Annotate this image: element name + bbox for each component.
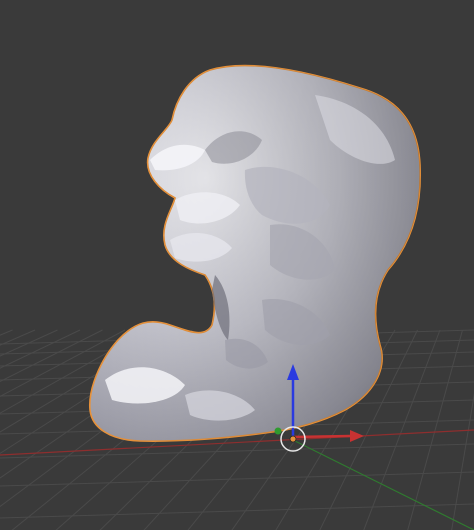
viewport-canvas[interactable] <box>0 0 474 530</box>
gizmo-y-dot-icon[interactable] <box>274 427 282 435</box>
object-origin-icon[interactable] <box>289 435 297 443</box>
3d-viewport[interactable] <box>0 0 474 530</box>
gizmo-x-axis[interactable] <box>292 434 351 439</box>
